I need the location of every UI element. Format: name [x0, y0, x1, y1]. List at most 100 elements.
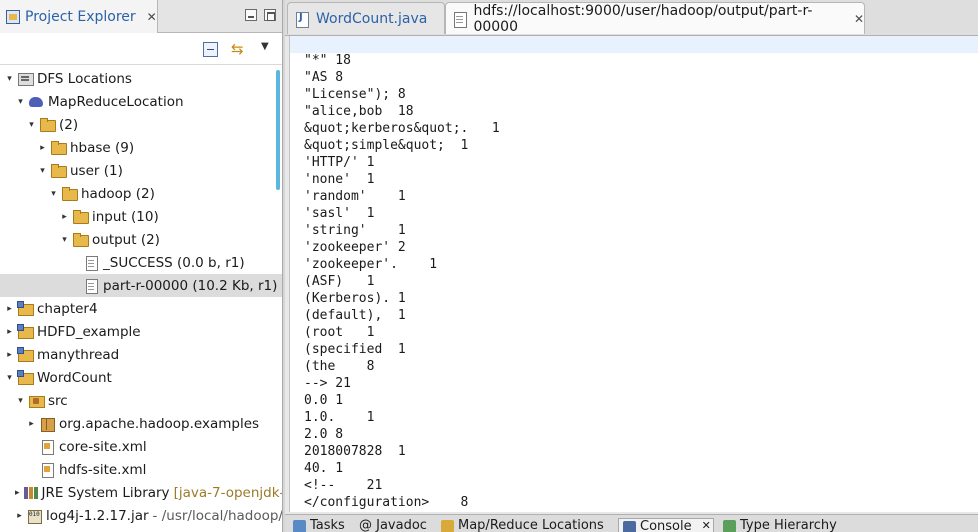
project-explorer-panel: Project Explorer ✕ ⇆ ▼ ▾ DFS Locations ▾ Ma… — [0, 0, 283, 532]
chevron-right-icon[interactable]: ▸ — [59, 212, 70, 222]
collapse-all-icon[interactable] — [203, 42, 218, 57]
text-line: (Kerberos). 1 — [304, 291, 406, 306]
xml-icon — [39, 439, 56, 455]
package-icon — [39, 416, 56, 432]
text-line: 2018007828 1 — [304, 444, 406, 459]
project-icon — [17, 301, 34, 316]
tab-bottom-panel[interactable]: Map/Reduce Locations — [437, 518, 613, 532]
text-line: </configuration> 8 — [304, 495, 469, 510]
text-line: 'random' 1 — [304, 189, 406, 204]
view-menu-chevron-down-icon[interactable]: ▼ — [261, 41, 276, 56]
file-icon — [83, 278, 100, 294]
tab-bottom-panel[interactable]: Console ✕ — [618, 518, 714, 532]
chevron-right-icon[interactable]: ▸ — [4, 327, 15, 337]
tab-hdfs-part-file[interactable]: hdfs://localhost:9000/user/hadoop/output… — [445, 2, 865, 35]
tree-item[interactable]: ▸ log4j-1.2.17.jar- /usr/local/hadoop/ — [0, 504, 282, 527]
tree-item[interactable]: ▸ HDFD_example — [0, 320, 282, 343]
text-line: (ASF) 1 — [304, 274, 375, 289]
tree-item[interactable]: ▾ DFS Locations — [0, 67, 282, 90]
panel-tab-icon — [723, 520, 736, 532]
tab-bottom-panel[interactable]: Type Hierarchy — [719, 518, 869, 532]
tab-bottom-panel[interactable]: Tasks — [289, 518, 351, 532]
chevron-down-icon[interactable]: ▾ — [37, 166, 48, 176]
close-icon[interactable]: ✕ — [147, 10, 157, 24]
chevron-down-icon[interactable]: ▾ — [15, 396, 26, 406]
tree-item-label: JRE System Library — [41, 484, 170, 501]
tree-item-label: hadoop (2) — [81, 185, 155, 202]
text-line: "alice,bob 18 — [304, 104, 414, 119]
tab-label: Console — [640, 519, 692, 532]
chevron-right-icon[interactable]: ▸ — [4, 304, 15, 314]
chevron-right-icon[interactable]: ▸ — [15, 488, 20, 498]
chevron-down-icon[interactable]: ▾ — [4, 373, 15, 383]
tree-item-label: chapter4 — [37, 300, 98, 317]
explorer-tabbar: Project Explorer ✕ — [0, 0, 282, 33]
library-icon — [22, 485, 39, 500]
maximize-icon[interactable] — [264, 9, 276, 21]
text-line: 'HTTP/' 1 — [304, 155, 375, 170]
tree-item[interactable]: ▾ output (2) — [0, 228, 282, 251]
chevron-right-icon[interactable]: ▸ — [4, 350, 15, 360]
chevron-down-icon[interactable]: ▾ — [26, 120, 37, 130]
tree-item[interactable]: ▾ hadoop (2) — [0, 182, 282, 205]
file-content[interactable]: "*" 18 "AS 8 "License"); 8 "alice,bob 18 &qu… — [304, 52, 500, 511]
folder-icon — [39, 117, 56, 132]
text-file-icon — [452, 11, 468, 28]
tree-item[interactable]: ▸ JRE System Library [java-7-openjdk- — [0, 481, 282, 504]
dfs-icon — [17, 71, 34, 86]
tree-item[interactable]: ▾ WordCount — [0, 366, 282, 389]
text-line: 'zookeeper' 2 — [304, 240, 406, 255]
editor-tabbar: WordCount.java hdfs://localhost:9000/use… — [285, 0, 978, 36]
text-line: &quot;kerberos&quot;. 1 — [304, 121, 500, 136]
tree-item[interactable]: core-site.xml — [0, 435, 282, 458]
text-line: 2.0 8 — [304, 427, 344, 442]
tree-item-label: log4j-1.2.17.jar — [45, 507, 149, 524]
tree-item[interactable]: ▸ manythread — [0, 343, 282, 366]
tree-item[interactable]: ▸ hbase (9) — [0, 136, 282, 159]
text-line: (root 1 — [304, 325, 375, 340]
tree-item[interactable]: ▾ (2) — [0, 113, 282, 136]
project-icon — [17, 324, 34, 339]
chevron-down-icon[interactable]: ▾ — [59, 235, 70, 245]
chevron-down-icon[interactable]: ▾ — [4, 74, 15, 84]
tree-item[interactable]: _SUCCESS (0.0 b, r1) — [0, 251, 282, 274]
chevron-down-icon[interactable]: ▾ — [15, 97, 26, 107]
tab-label: WordCount.java — [316, 10, 428, 27]
text-line: (specified 1 — [304, 342, 406, 357]
tree-item[interactable]: ▸ input (10) — [0, 205, 282, 228]
tab-wordcount-java[interactable]: WordCount.java — [287, 2, 445, 34]
project-tree: ▾ DFS Locations ▾ MapReduceLocation ▾ (2) ▸ hba… — [0, 66, 282, 532]
explorer-toolbar: ⇆ ▼ — [0, 33, 282, 65]
tree-item[interactable]: ▾ MapReduceLocation — [0, 90, 282, 113]
tab-label: hdfs://localhost:9000/user/hadoop/output… — [473, 2, 813, 35]
tree-item[interactable]: ▸ org.apache.hadoop.examples — [0, 412, 282, 435]
chevron-right-icon[interactable]: ▸ — [26, 419, 37, 429]
folder-icon — [50, 140, 67, 155]
tree-item[interactable]: ▸ chapter4 — [0, 297, 282, 320]
tree-item[interactable]: hdfs-site.xml — [0, 458, 282, 481]
close-icon[interactable]: ✕ — [854, 12, 864, 26]
tree-item[interactable]: part-r-00000 (10.2 Kb, r1) — [0, 274, 282, 297]
text-line: "AS 8 — [304, 70, 344, 85]
text-editor[interactable]: "*" 18 "AS 8 "License"); 8 "alice,bob 18 &qu… — [289, 36, 978, 512]
project-explorer-icon — [6, 9, 20, 24]
chevron-right-icon[interactable]: ▸ — [37, 143, 48, 153]
tab-project-explorer[interactable]: Project Explorer ✕ — [0, 0, 158, 33]
text-line: 1.0. 1 — [304, 410, 375, 425]
tree-item[interactable]: ▾ user (1) — [0, 159, 282, 182]
minimize-icon[interactable] — [245, 9, 257, 21]
text-line: --> 21 — [304, 376, 351, 391]
close-icon[interactable]: ✕ — [702, 519, 711, 532]
tab-bottom-panel[interactable]: @ Javadoc — [355, 518, 433, 532]
tree-item-label: hbase (9) — [70, 139, 135, 156]
chevron-right-icon[interactable]: ▸ — [15, 511, 24, 521]
chevron-down-icon[interactable]: ▾ — [48, 189, 59, 199]
text-line: <!-- 21 — [304, 478, 383, 493]
tree-item-label: org.apache.hadoop.examples — [59, 415, 260, 432]
link-with-editor-icon[interactable]: ⇆ — [231, 42, 246, 57]
project-icon — [17, 370, 34, 385]
vertical-scrollbar[interactable] — [276, 70, 280, 190]
editor-area: WordCount.java hdfs://localhost:9000/use… — [285, 0, 978, 532]
tree-item-label: input (10) — [92, 208, 159, 225]
tree-item[interactable]: ▾ src — [0, 389, 282, 412]
